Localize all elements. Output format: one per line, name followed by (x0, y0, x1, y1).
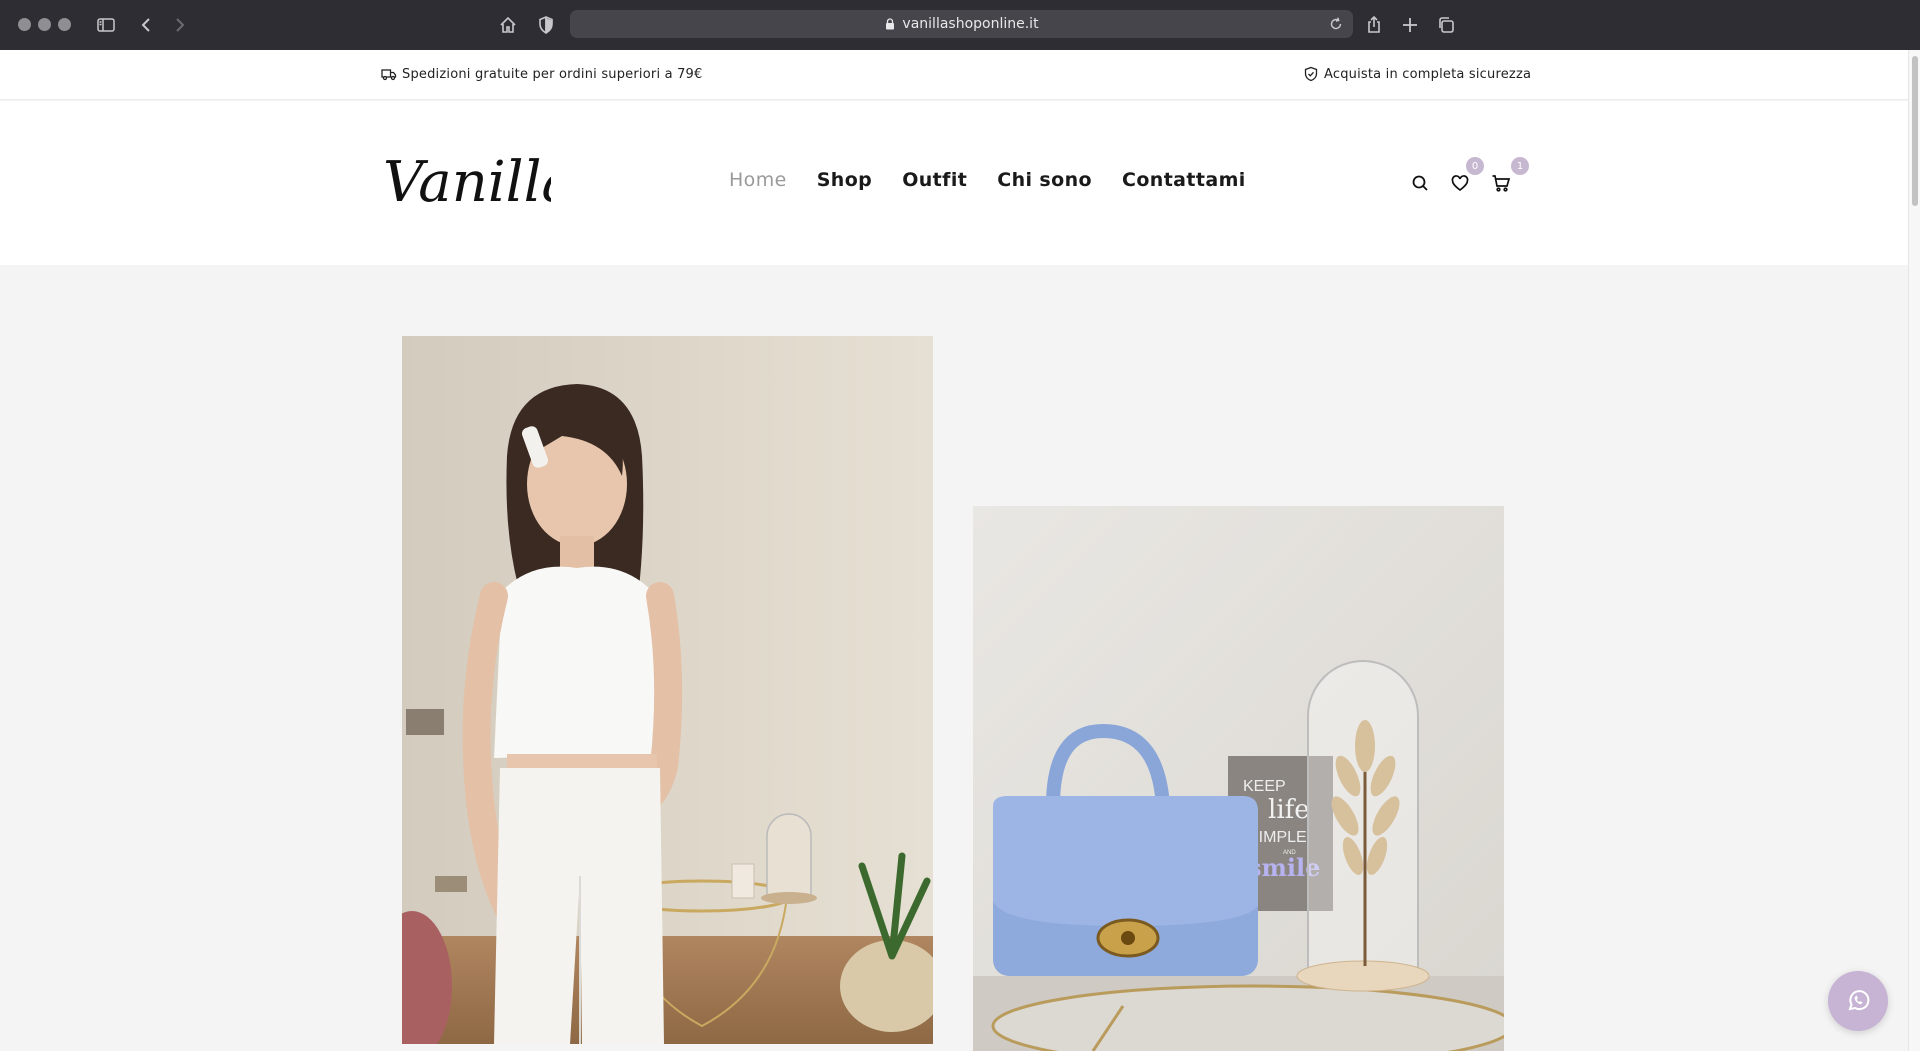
cart-icon[interactable] (1490, 172, 1512, 194)
share-icon[interactable] (1360, 11, 1388, 39)
secure-purchase-notice: Acquista in completa sicurezza (1303, 66, 1531, 82)
window-close-dot[interactable] (18, 18, 31, 31)
forward-icon[interactable] (166, 11, 194, 39)
back-icon[interactable] (132, 11, 160, 39)
reload-icon[interactable] (1327, 15, 1345, 33)
shipping-text: Spedizioni gratuite per ordini superiori… (402, 66, 703, 82)
nav-shop[interactable]: Shop (817, 169, 872, 191)
model-outfit-photo[interactable] (402, 336, 933, 1044)
shield-check-icon (1304, 66, 1318, 82)
whatsapp-chat-button[interactable] (1828, 971, 1888, 1031)
sidebar-icon[interactable] (92, 11, 120, 39)
new-tab-icon[interactable] (1396, 11, 1424, 39)
site-logo[interactable]: Vanilla (381, 143, 575, 219)
nav-outfit[interactable]: Outfit (902, 169, 967, 191)
site-header: Vanilla Home Shop Outfit Chi sono Contat… (0, 101, 1908, 265)
tabs-overview-icon[interactable] (1432, 11, 1460, 39)
secure-text: Acquista in completa sicurezza (1324, 66, 1532, 82)
url-text: vanillashoponline.it (902, 16, 1039, 32)
page-scrollbar[interactable] (1908, 50, 1920, 1051)
wishlist-count-badge: 0 (1466, 157, 1484, 175)
whatsapp-icon (1848, 990, 1870, 1011)
address-bar[interactable]: vanillashoponline.it (570, 10, 1353, 38)
browser-toolbar: vanillashoponline.it (0, 0, 1920, 50)
search-icon[interactable] (1409, 172, 1431, 194)
nav-chi-sono[interactable]: Chi sono (997, 169, 1092, 191)
main-nav: Home Shop Outfit Chi sono Contattami (729, 169, 1246, 191)
sign-line-2: life (1268, 795, 1310, 825)
nav-home[interactable]: Home (729, 169, 787, 191)
privacy-shield-icon[interactable] (532, 11, 560, 39)
free-shipping-notice: Spedizioni gratuite per ordini superiori… (381, 66, 703, 82)
home-icon[interactable] (494, 11, 522, 39)
lock-icon (886, 18, 895, 30)
window-zoom-dot[interactable] (58, 18, 71, 31)
sign-line-1: KEEP (1243, 778, 1286, 795)
window-minimize-dot[interactable] (38, 18, 51, 31)
truck-icon (381, 69, 397, 81)
scrollbar-thumb[interactable] (1912, 56, 1918, 206)
logo-text: Vanilla (383, 150, 551, 215)
nav-contattami[interactable]: Contattami (1122, 169, 1246, 191)
wishlist-icon[interactable] (1449, 172, 1471, 194)
cart-count-badge: 1 (1511, 157, 1529, 175)
info-bar: Spedizioni gratuite per ordini superiori… (0, 50, 1908, 100)
handbag-product-photo[interactable]: KEEP life SIMPLE AND smile (973, 506, 1504, 1051)
